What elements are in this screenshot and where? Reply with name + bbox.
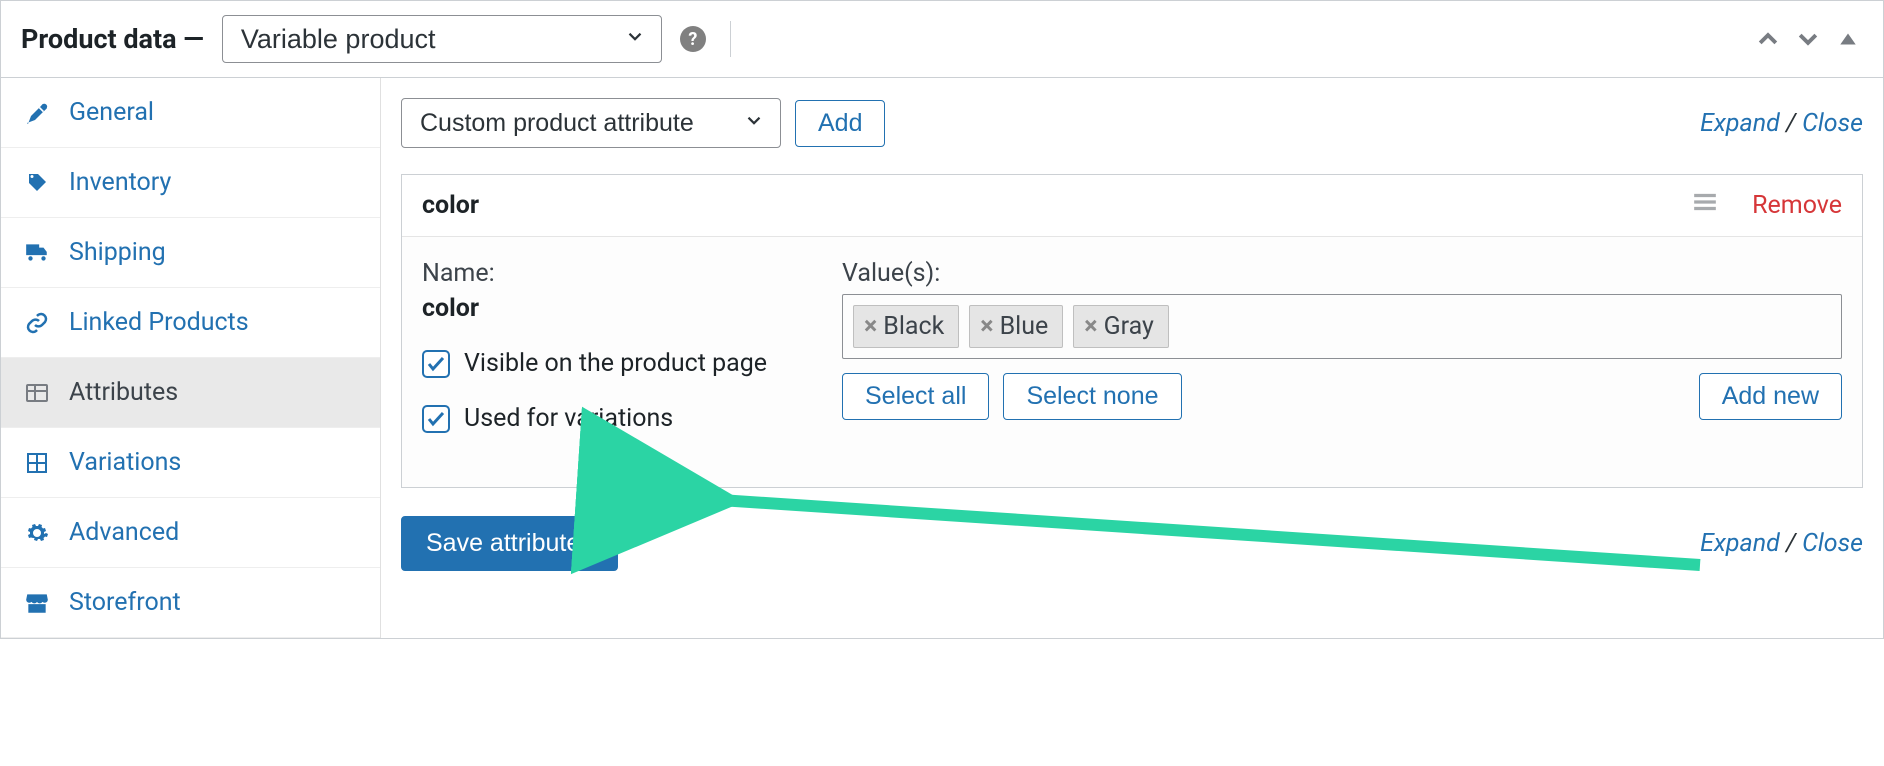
- visible-checkbox-row[interactable]: Visible on the product page: [422, 349, 822, 378]
- variations-label: Used for variations: [464, 404, 673, 433]
- tab-label: Inventory: [69, 168, 171, 197]
- visible-label: Visible on the product page: [464, 349, 767, 378]
- tab-label: Shipping: [69, 238, 166, 267]
- tab-label: General: [69, 98, 154, 127]
- visible-checkbox[interactable]: [422, 350, 450, 378]
- add-new-value-button[interactable]: Add new: [1699, 373, 1842, 420]
- attribute-title: color: [422, 191, 479, 220]
- gear-icon: [23, 521, 51, 545]
- tab-general[interactable]: General: [1, 78, 380, 148]
- attribute-header[interactable]: color Remove: [402, 175, 1862, 237]
- attributes-content: Custom product attribute Add Expand / Cl…: [381, 78, 1883, 638]
- tab-label: Attributes: [69, 378, 178, 407]
- tab-advanced[interactable]: Advanced: [1, 498, 380, 568]
- name-label: Name:: [422, 259, 822, 288]
- save-attributes-button[interactable]: Save attributes: [401, 516, 618, 571]
- attribute-left-col: Name: color Visible on the product page: [422, 259, 822, 459]
- help-icon[interactable]: ?: [680, 26, 706, 52]
- store-icon: [23, 590, 51, 616]
- values-label: Value(s):: [842, 259, 1842, 288]
- product-type-select-wrap: Variable product: [222, 15, 662, 63]
- move-up-icon[interactable]: [1753, 24, 1783, 54]
- product-data-panel: Product data — Variable product ?: [0, 0, 1884, 639]
- tab-label: Storefront: [69, 588, 181, 617]
- slash: /: [1786, 109, 1802, 138]
- attribute-item: color Remove Name: color: [401, 174, 1863, 488]
- product-type-select[interactable]: Variable product: [222, 15, 662, 63]
- attribute-type-select[interactable]: Custom product attribute: [401, 98, 781, 148]
- attributes-footer-row: Save attributes Expand / Close: [401, 516, 1863, 571]
- close-link[interactable]: Close: [1802, 529, 1863, 558]
- remove-tag-icon[interactable]: ×: [980, 312, 993, 341]
- tab-inventory[interactable]: Inventory: [1, 148, 380, 218]
- tag-label: Blue: [1000, 312, 1049, 341]
- tab-label: Advanced: [69, 518, 179, 547]
- remove-attribute-link[interactable]: Remove: [1752, 191, 1842, 220]
- value-tag[interactable]: ×Blue: [969, 305, 1063, 348]
- toggle-panel-icon[interactable]: [1833, 24, 1863, 54]
- value-actions: Select all Select none Add new: [842, 373, 1842, 420]
- remove-tag-icon[interactable]: ×: [864, 312, 877, 341]
- close-link[interactable]: Close: [1802, 109, 1863, 138]
- divider: [730, 21, 731, 57]
- tab-shipping[interactable]: Shipping: [1, 218, 380, 288]
- select-none-button[interactable]: Select none: [1003, 373, 1181, 420]
- variations-checkbox-row[interactable]: Used for variations: [422, 404, 822, 433]
- tag-label: Black: [883, 312, 944, 341]
- name-value: color: [422, 294, 822, 323]
- attribute-add-row: Custom product attribute Add Expand / Cl…: [401, 98, 1863, 148]
- list-icon: [23, 381, 51, 405]
- add-attribute-button[interactable]: Add: [795, 100, 885, 147]
- link-icon: [23, 311, 51, 335]
- values-input[interactable]: ×Black ×Blue ×Gray: [842, 294, 1842, 359]
- select-all-button[interactable]: Select all: [842, 373, 989, 420]
- tab-label: Linked Products: [69, 308, 249, 337]
- attribute-body: Name: color Visible on the product page: [402, 237, 1862, 487]
- tab-storefront[interactable]: Storefront: [1, 568, 380, 638]
- panel-body: General Inventory Shipping Linked Produc…: [1, 78, 1883, 638]
- tag-label: Gray: [1104, 312, 1154, 341]
- panel-header: Product data — Variable product ?: [1, 1, 1883, 78]
- tab-label: Variations: [69, 448, 181, 477]
- expand-link[interactable]: Expand: [1700, 529, 1780, 558]
- expand-close-bottom: Expand / Close: [1700, 529, 1863, 558]
- grid-icon: [23, 451, 51, 475]
- drag-handle-icon[interactable]: [1692, 191, 1718, 220]
- value-tag[interactable]: ×Gray: [1073, 305, 1169, 348]
- attribute-right-col: Value(s): ×Black ×Blue ×Gray Select all …: [842, 259, 1842, 459]
- value-tag[interactable]: ×Black: [853, 305, 959, 348]
- tag-icon: [23, 171, 51, 195]
- tab-attributes[interactable]: Attributes: [1, 358, 380, 428]
- attribute-type-select-wrap: Custom product attribute: [401, 98, 781, 148]
- wrench-icon: [23, 101, 51, 125]
- remove-tag-icon[interactable]: ×: [1084, 312, 1097, 341]
- expand-link[interactable]: Expand: [1700, 109, 1780, 138]
- expand-close-top: Expand / Close: [1700, 109, 1863, 138]
- truck-icon: [23, 240, 51, 266]
- move-down-icon[interactable]: [1793, 24, 1823, 54]
- variations-checkbox[interactable]: [422, 405, 450, 433]
- tab-linked-products[interactable]: Linked Products: [1, 288, 380, 358]
- panel-header-controls: [1753, 24, 1863, 54]
- tab-variations[interactable]: Variations: [1, 428, 380, 498]
- tabs-sidebar: General Inventory Shipping Linked Produc…: [1, 78, 381, 638]
- slash: /: [1786, 529, 1802, 558]
- panel-title: Product data —: [21, 23, 204, 55]
